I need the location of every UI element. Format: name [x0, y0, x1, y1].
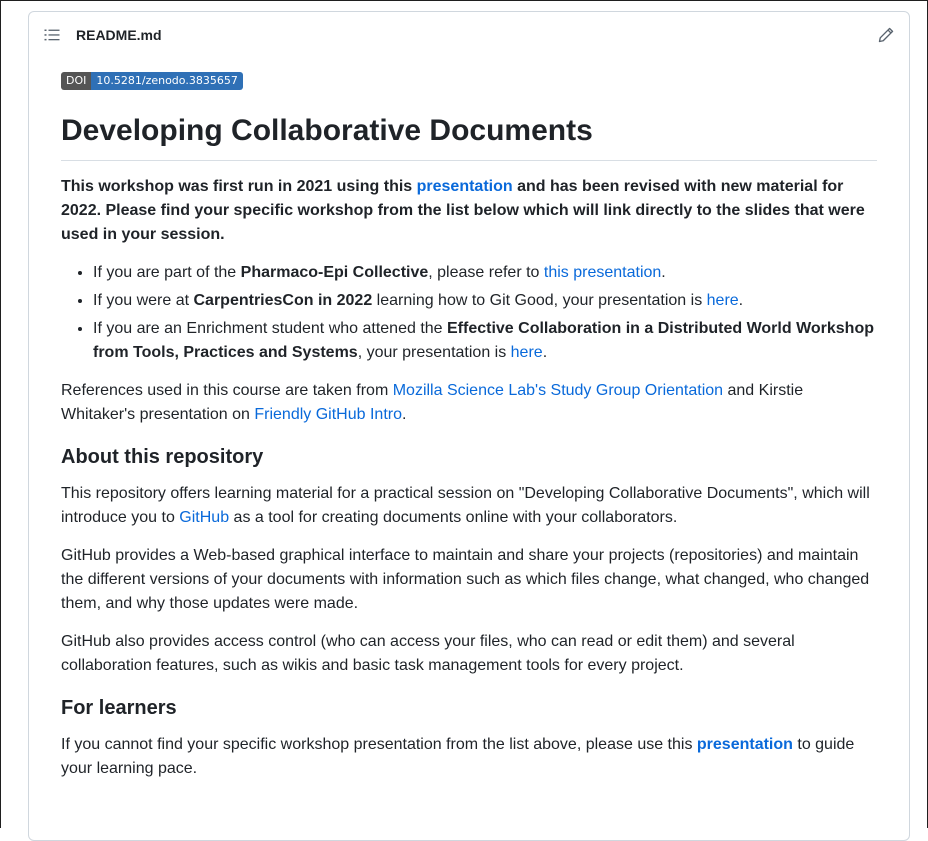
- list-item: If you were at CarpentriesCon in 2022 le…: [93, 289, 877, 313]
- list-item: If you are an Enrichment student who att…: [93, 317, 877, 365]
- workshop-list: If you are part of the Pharmaco-Epi Coll…: [61, 261, 877, 365]
- friendly-github-intro-link[interactable]: Friendly GitHub Intro: [254, 406, 402, 423]
- about-paragraph-1: This repository offers learning material…: [61, 484, 870, 526]
- readme-filename: README.md: [76, 27, 162, 43]
- learners-paragraph: If you cannot find your specific worksho…: [61, 735, 855, 777]
- list-item: If you are part of the Pharmaco-Epi Coll…: [93, 261, 877, 285]
- list-unordered-icon[interactable]: [44, 27, 60, 43]
- readme-container: README.md DOI 10.5281/zenodo.3835657 Dev…: [28, 11, 910, 841]
- readme-header: README.md: [29, 12, 909, 58]
- carpentriescon-presentation-link[interactable]: here: [707, 292, 739, 309]
- learners-heading: For learners: [61, 696, 177, 719]
- readme-article: DOI 10.5281/zenodo.3835657 Developing Co…: [29, 58, 909, 781]
- learners-presentation-link[interactable]: presentation: [697, 736, 793, 753]
- about-heading: About this repository: [61, 445, 264, 468]
- github-link[interactable]: GitHub: [179, 509, 229, 526]
- pharmaco-epi-presentation-link[interactable]: this presentation: [544, 264, 661, 281]
- enrichment-presentation-link[interactable]: here: [511, 344, 543, 361]
- intro-presentation-link[interactable]: presentation: [417, 178, 513, 195]
- doi-badge-value: 10.5281/zenodo.3835657: [91, 72, 243, 90]
- doi-badge-label: DOI: [61, 72, 92, 90]
- doi-badge[interactable]: DOI 10.5281/zenodo.3835657: [61, 72, 243, 90]
- mozilla-study-group-link[interactable]: Mozilla Science Lab's Study Group Orient…: [393, 382, 723, 399]
- about-paragraph-2: GitHub provides a Web-based graphical in…: [61, 546, 870, 612]
- references-paragraph: References used in this course are taken…: [61, 381, 804, 423]
- pencil-icon[interactable]: [877, 26, 895, 44]
- page-title: Developing Collaborative Documents: [61, 112, 877, 161]
- about-paragraph-3: GitHub also provides access control (who…: [61, 632, 795, 674]
- intro-paragraph: This workshop was first run in 2021 usin…: [61, 177, 865, 243]
